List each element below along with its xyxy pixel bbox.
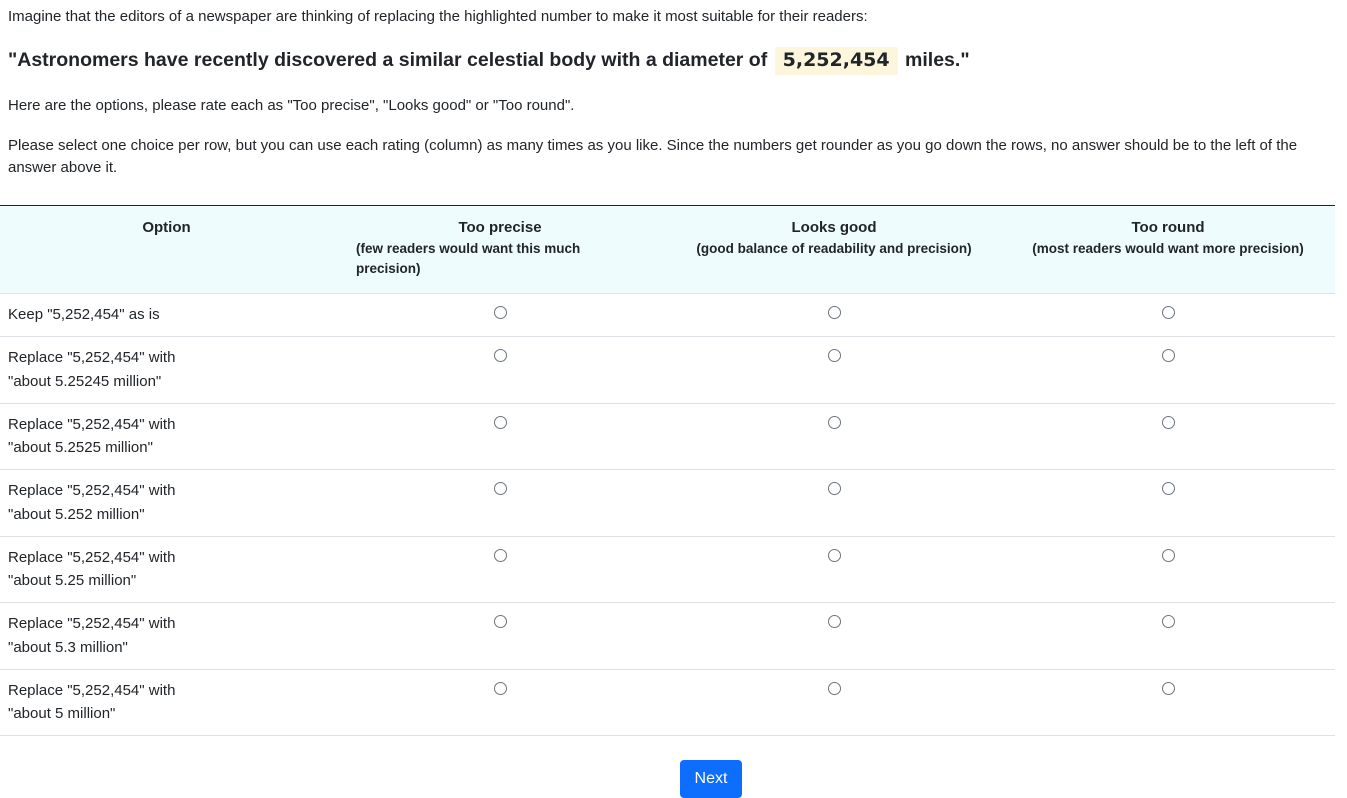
- option-line2: "about 5.25245 million": [8, 372, 162, 390]
- radio-too-precise[interactable]: [493, 615, 507, 629]
- radio-looks-good[interactable]: [827, 306, 841, 319]
- radio-too-round[interactable]: [1161, 482, 1175, 496]
- cell-too-precise: [333, 469, 667, 537]
- table-row: Replace "5,252,454" with "about 5.2525 mi…: [0, 403, 1335, 471]
- table-row: Replace "5,252,454" with "about 5.25245 m…: [0, 336, 1335, 404]
- option-line2: "about 5.252 million": [8, 505, 145, 523]
- option-line1: Replace "5,252,454" with: [8, 349, 176, 367]
- option-label: Replace "5,252,454" with "about 5 million…: [0, 669, 333, 737]
- stimulus-sentence: "Astronomers have recently discovered a …: [8, 46, 970, 75]
- radio-looks-good[interactable]: [827, 548, 841, 562]
- table-row: Keep "5,252,454" as is: [0, 293, 1335, 338]
- header-option: Option: [0, 205, 333, 294]
- option-line2: "about 5.25 million": [8, 572, 137, 589]
- cell-too-round: [1001, 403, 1335, 471]
- cell-looks-good: [667, 602, 1001, 670]
- radio-too-round[interactable]: [1161, 548, 1175, 562]
- cell-too-round: [1001, 293, 1335, 338]
- options-instruction: Here are the options, please rate each a…: [8, 97, 575, 114]
- cell-looks-good: [667, 536, 1001, 604]
- option-label: Replace "5,252,454" with "about 5.25 mill…: [0, 536, 333, 604]
- radio-too-precise[interactable]: [493, 482, 507, 496]
- selection-instruction: Please select one choice per row, but yo…: [8, 137, 1298, 176]
- table-row: Replace "5,252,454" with "about 5 million…: [0, 669, 1335, 737]
- radio-too-round[interactable]: [1161, 415, 1175, 429]
- option-line1: Replace "5,252,454" with: [8, 482, 176, 500]
- cell-too-round: [1001, 336, 1335, 404]
- cell-too-precise: [333, 336, 667, 404]
- next-button[interactable]: Next: [680, 760, 742, 798]
- radio-looks-good[interactable]: [827, 482, 841, 496]
- cell-looks-good: [667, 669, 1001, 737]
- table-row: Replace "5,252,454" with "about 5.25 mill…: [0, 536, 1335, 604]
- header-too-round-sub: (most readers would want more precision): [1032, 240, 1304, 256]
- radio-too-round[interactable]: [1161, 306, 1175, 319]
- header-too-round-label: Too round: [1131, 219, 1205, 236]
- cell-too-precise: [333, 403, 667, 471]
- header-too-precise-label: Too precise: [458, 219, 542, 236]
- option-line1: Keep "5,252,454" as is: [8, 306, 160, 323]
- radio-too-round[interactable]: [1161, 349, 1175, 363]
- cell-too-round: [1001, 602, 1335, 670]
- option-label: Keep "5,252,454" as is: [0, 293, 333, 338]
- cell-too-precise: [333, 293, 667, 338]
- header-looks-good-label: Looks good: [791, 219, 877, 236]
- rating-table: Option Too precise (few readers would wa…: [0, 205, 1335, 737]
- radio-too-round[interactable]: [1161, 681, 1175, 695]
- option-line2: "about 5.3 million": [8, 638, 128, 656]
- cell-too-round: [1001, 469, 1335, 537]
- header-too-precise-block: Too precise (few readers would want this…: [356, 217, 644, 279]
- radio-too-precise[interactable]: [493, 548, 507, 562]
- cell-too-precise: [333, 536, 667, 604]
- radio-too-precise[interactable]: [493, 415, 507, 429]
- highlighted-number: 5,252,454: [774, 47, 898, 75]
- header-too-precise: Too precise (few readers would want this…: [333, 205, 667, 294]
- table-row: Replace "5,252,454" with "about 5.252 mil…: [0, 469, 1335, 537]
- option-line1: Replace "5,252,454" with: [8, 548, 176, 566]
- cell-too-round: [1001, 536, 1335, 604]
- radio-too-precise[interactable]: [493, 306, 507, 319]
- option-label: Replace "5,252,454" with "about 5.252 mil…: [0, 469, 333, 537]
- option-line1: Replace "5,252,454" with: [8, 681, 176, 699]
- option-line1: Replace "5,252,454" with: [8, 615, 176, 633]
- cell-too-round: [1001, 669, 1335, 737]
- radio-too-precise[interactable]: [493, 681, 507, 695]
- intro-text: Imagine that the editors of a newspaper …: [8, 8, 868, 25]
- sentence-before: "Astronomers have recently discovered a …: [8, 49, 768, 71]
- table-header-row: Option Too precise (few readers would wa…: [0, 205, 1335, 294]
- table-row: Replace "5,252,454" with "about 5.3 milli…: [0, 602, 1335, 670]
- option-line2: "about 5.2525 million": [8, 439, 153, 456]
- cell-too-precise: [333, 669, 667, 737]
- header-looks-good-sub: (good balance of readability and precisi…: [696, 240, 972, 256]
- option-line2: "about 5 million": [8, 705, 116, 722]
- option-label: Replace "5,252,454" with "about 5.3 milli…: [0, 602, 333, 670]
- cell-too-precise: [333, 602, 667, 670]
- radio-too-precise[interactable]: [493, 349, 507, 363]
- radio-looks-good[interactable]: [827, 349, 841, 363]
- cell-looks-good: [667, 469, 1001, 537]
- header-too-precise-sub: (few readers would want this much precis…: [356, 240, 581, 276]
- cell-looks-good: [667, 336, 1001, 404]
- option-label: Replace "5,252,454" with "about 5.25245 m…: [0, 336, 333, 404]
- option-label: Replace "5,252,454" with "about 5.2525 mi…: [0, 403, 333, 471]
- header-looks-good: Looks good (good balance of readability …: [667, 205, 1001, 294]
- radio-looks-good[interactable]: [827, 415, 841, 429]
- cell-looks-good: [667, 403, 1001, 471]
- header-too-round: Too round (most readers would want more …: [1001, 205, 1335, 294]
- sentence-after: miles.": [905, 49, 970, 71]
- radio-too-round[interactable]: [1161, 615, 1175, 629]
- header-option-label: Option: [142, 219, 191, 236]
- radio-looks-good[interactable]: [827, 615, 841, 629]
- radio-looks-good[interactable]: [827, 681, 841, 695]
- cell-looks-good: [667, 293, 1001, 338]
- option-line1: Replace "5,252,454" with: [8, 415, 176, 433]
